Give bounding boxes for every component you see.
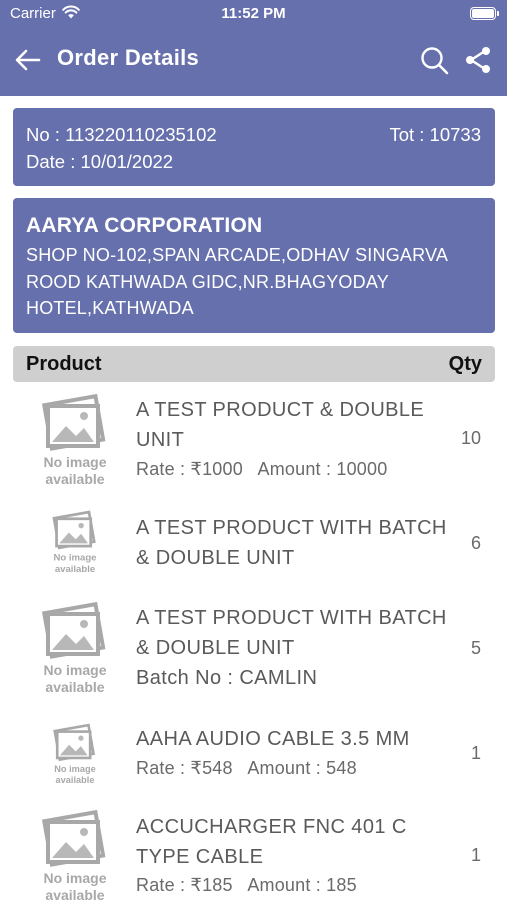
no-image-text: No image	[43, 870, 106, 886]
product-name-line: & DOUBLE UNIT	[136, 637, 295, 659]
image-placeholder-icon: No image available	[41, 602, 107, 694]
share-icon	[466, 47, 490, 73]
product-qty: 6	[470, 533, 481, 553]
image-placeholder-icon: No image available	[52, 510, 97, 575]
product-rate-amount: Rate : ₹185 Amount : 185	[136, 875, 357, 895]
image-placeholder-icon: No image available	[53, 723, 96, 785]
product-name-line: A TEST PRODUCT WITH BATCH	[136, 517, 447, 539]
product-qty: 5	[470, 638, 481, 658]
list-item[interactable]: No image available A TEST PRODUCT WITH B…	[0, 598, 507, 702]
no-image-text: available	[45, 471, 104, 486]
list-item[interactable]: No image available ACCUCHARGER FNC 401 C…	[0, 808, 507, 900]
product-name-line: & DOUBLE UNIT	[136, 547, 295, 569]
battery-icon	[470, 7, 499, 20]
no-image-text: No image	[43, 662, 106, 678]
back-button[interactable]	[10, 42, 46, 78]
no-image-placeholder: No image available	[47, 509, 103, 575]
list-item[interactable]: No image available AAHA AUDIO CABLE 3.5 …	[0, 718, 507, 796]
customer-name: AARYA CORPORATION	[26, 214, 263, 237]
no-image-placeholder: No image available	[34, 810, 116, 900]
status-bar: Carrier 11:52 PM	[0, 0, 507, 30]
column-header-product: Product	[26, 353, 102, 375]
order-date: Date : 10/01/2022	[26, 151, 174, 172]
no-image-text: No image	[54, 552, 97, 563]
product-name-line: A TEST PRODUCT WITH BATCH	[136, 607, 447, 629]
arrow-left-icon	[15, 49, 41, 71]
order-total: Tot : 10733	[389, 124, 481, 145]
page-title: Order Details	[57, 45, 200, 70]
product-name: A TEST PRODUCT & DOUBLE UNIT	[136, 395, 466, 455]
no-image-placeholder: No image available	[48, 722, 102, 786]
no-image-text: No image	[43, 454, 106, 470]
no-image-text: available	[45, 679, 104, 694]
product-qty: 1	[470, 743, 481, 763]
image-placeholder-icon: No image available	[41, 394, 107, 486]
order-number: No : 113220110235102	[26, 124, 217, 145]
product-name: A TEST PRODUCT WITH BATCH & DOUBLE UNIT …	[136, 603, 466, 693]
product-qty: 1	[470, 845, 481, 865]
no-image-text: No image	[54, 764, 95, 774]
address-line: ROOD KATHWADA GIDC,NR.BHAGYODAY	[26, 271, 389, 292]
share-button[interactable]	[462, 44, 494, 76]
list-item[interactable]: No image available A TEST PRODUCT WITH B…	[0, 505, 507, 585]
order-summary-card: No : 113220110235102 Tot : 10733 Date : …	[13, 108, 495, 186]
product-rate-amount: Rate : ₹1000 Amount : 10000	[136, 459, 388, 479]
search-icon	[421, 47, 449, 75]
status-time: 11:52 PM	[221, 5, 286, 22]
app-header: Carrier 11:52 PM Order Details	[0, 0, 507, 96]
product-name: AAHA AUDIO CABLE 3.5 MM	[136, 724, 466, 754]
product-name-line: ACCUCHARGER FNC 401 C	[136, 816, 407, 838]
product-rate-amount: Rate : ₹548 Amount : 548	[136, 758, 357, 778]
product-qty: 10	[460, 428, 481, 448]
product-table-header: Product Qty	[13, 346, 495, 382]
product-name: ACCUCHARGER FNC 401 C TYPE CABLE	[136, 812, 466, 872]
no-image-text: available	[55, 564, 95, 575]
no-image-text: available	[56, 775, 95, 785]
product-name-line: UNIT	[136, 429, 185, 451]
address-line: SHOP NO-102,SPAN ARCADE,ODHAV SINGARVA	[26, 245, 449, 265]
product-batch-no: Batch No : CAMLIN	[136, 667, 318, 689]
list-item[interactable]: No image available A TEST PRODUCT & DOUB…	[0, 390, 507, 494]
no-image-placeholder: No image available	[34, 394, 116, 486]
product-name-line: AAHA AUDIO CABLE 3.5 MM	[136, 728, 410, 750]
customer-address: SHOP NO-102,SPAN ARCADE,ODHAV SINGARVA R…	[26, 242, 488, 322]
product-name-line: TYPE CABLE	[136, 846, 264, 868]
customer-card: AARYA CORPORATION SHOP NO-102,SPAN ARCAD…	[13, 198, 495, 333]
product-name-line: A TEST PRODUCT & DOUBLE	[136, 399, 425, 421]
column-header-qty: Qty	[448, 353, 482, 375]
search-button[interactable]	[418, 44, 450, 76]
product-name: A TEST PRODUCT WITH BATCH & DOUBLE UNIT	[136, 513, 466, 573]
image-placeholder-icon: No image available	[41, 810, 107, 900]
no-image-placeholder: No image available	[34, 602, 116, 694]
no-image-text: available	[45, 887, 104, 900]
address-line: HOTEL,KATHWADA	[26, 298, 194, 318]
